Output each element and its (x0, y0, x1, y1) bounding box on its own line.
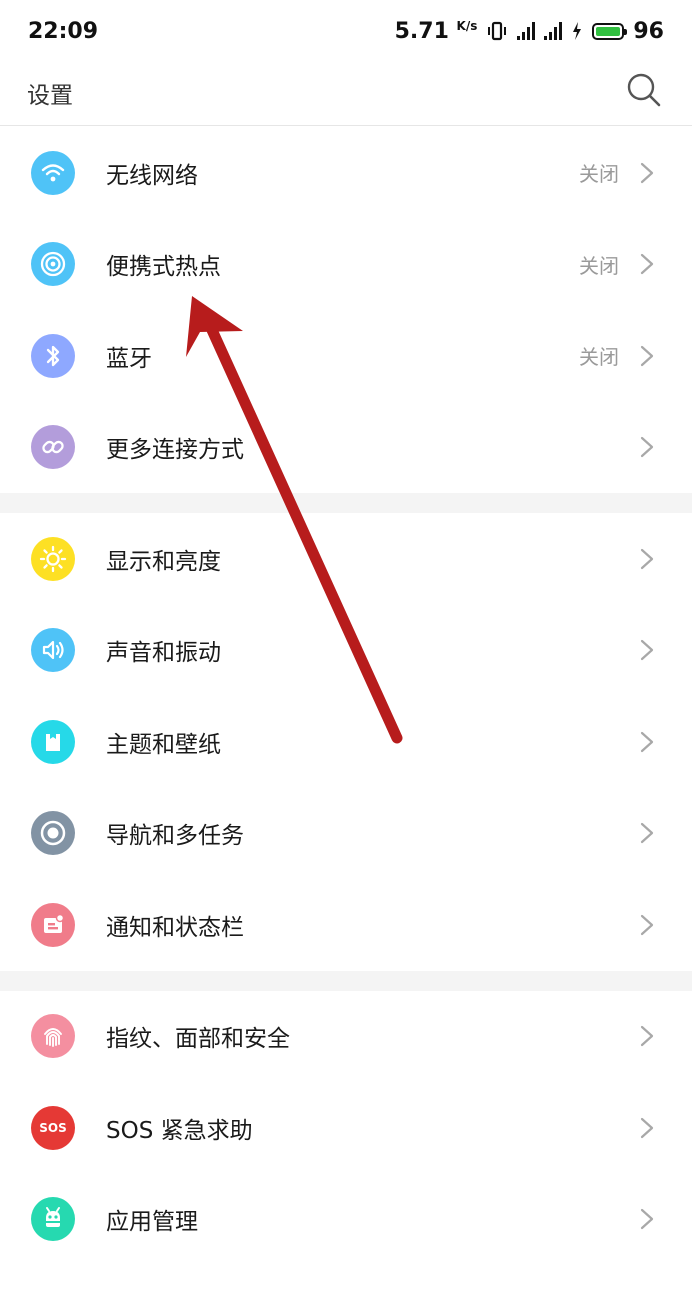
settings-row-label: 声音和振动 (106, 640, 221, 667)
battery-fill (596, 26, 621, 36)
group-divider (0, 493, 692, 513)
settings-row-label: 通知和状态栏 (106, 914, 244, 941)
chevron-right-icon (640, 345, 654, 366)
settings-row-bluetooth[interactable]: 蓝牙 关闭 (0, 310, 692, 402)
charging-icon (573, 22, 582, 40)
settings-row-brightness[interactable]: 显示和亮度 (0, 513, 692, 605)
wifi-icon (31, 150, 75, 195)
settings-list: 无线网络 关闭 便携式热点 关闭 蓝牙 关闭 更多连接方式 显示和亮度 声音和振动 主题和壁纸 导航… (0, 127, 692, 1265)
chevron-right-icon (640, 548, 654, 569)
theme-icon (31, 719, 75, 764)
settings-row-navigation[interactable]: 导航和多任务 (0, 788, 692, 880)
settings-row-sound[interactable]: 声音和振动 (0, 605, 692, 697)
status-indicators: 5.71 K/s 96 (395, 19, 664, 44)
hotspot-icon (31, 242, 75, 287)
settings-row-sos[interactable]: SOS SOS 紧急求助 (0, 1082, 692, 1174)
settings-row-label: 主题和壁纸 (106, 731, 221, 758)
settings-row-wifi[interactable]: 无线网络 关闭 (0, 127, 692, 219)
group-divider (0, 970, 692, 991)
app-manage-icon (31, 1197, 75, 1242)
settings-row-label: 蓝牙 (106, 345, 152, 372)
navigation-icon (31, 811, 75, 856)
fingerprint-icon (31, 1014, 75, 1059)
settings-header: 设置 (0, 62, 692, 126)
battery-icon (592, 22, 628, 40)
sos-badge-text: SOS (39, 1120, 67, 1135)
chevron-right-icon (640, 640, 654, 661)
network-speed-value: 5.71 (394, 18, 449, 44)
page-title: 设置 (27, 83, 73, 109)
signal-4g-icon (544, 22, 563, 40)
settings-row-label: 显示和亮度 (106, 548, 221, 575)
chevron-right-icon (640, 1117, 654, 1138)
network-speed-unit: K/s (456, 18, 478, 33)
search-icon[interactable] (624, 70, 664, 110)
settings-row-link[interactable]: 更多连接方式 (0, 402, 692, 494)
chevron-right-icon (640, 254, 654, 275)
chevron-right-icon (640, 1209, 654, 1230)
sos-icon: SOS (31, 1105, 75, 1150)
signal-icon (517, 22, 536, 40)
settings-row-label: 导航和多任务 (106, 823, 244, 850)
settings-row-label: 无线网络 (106, 162, 198, 189)
settings-row-notification[interactable]: 通知和状态栏 (0, 879, 692, 971)
settings-row-theme[interactable]: 主题和壁纸 (0, 696, 692, 788)
settings-row-label: 指纹、面部和安全 (106, 1026, 290, 1053)
chevron-right-icon (640, 162, 654, 183)
settings-row-label: SOS 紧急求助 (106, 1117, 253, 1144)
brightness-icon (31, 536, 75, 581)
bluetooth-icon (31, 333, 75, 378)
chevron-right-icon (640, 823, 654, 844)
status-time: 22:09 (28, 18, 99, 44)
sound-icon (31, 628, 75, 673)
settings-row-status: 关闭 (579, 162, 619, 187)
settings-row-fingerprint[interactable]: 指纹、面部和安全 (0, 991, 692, 1083)
settings-row-label: 更多连接方式 (106, 437, 244, 464)
chevron-right-icon (640, 1026, 654, 1047)
settings-row-label: 便携式热点 (106, 254, 221, 281)
chevron-right-icon (640, 437, 654, 458)
vibrate-icon (488, 21, 507, 41)
chevron-right-icon (640, 731, 654, 752)
status-bar: 22:09 5.71 K/s 96 (0, 0, 692, 62)
settings-row-hotspot[interactable]: 便携式热点 关闭 (0, 219, 692, 311)
settings-row-status: 关闭 (579, 345, 619, 370)
settings-row-label: 应用管理 (106, 1209, 198, 1236)
link-icon (31, 425, 75, 470)
settings-row-app-manage[interactable]: 应用管理 (0, 1174, 692, 1266)
chevron-right-icon (640, 914, 654, 935)
notification-icon (31, 902, 75, 947)
battery-level: 96 (633, 18, 664, 44)
settings-row-status: 关闭 (579, 253, 619, 278)
network-speed: 5.71 K/s (395, 19, 478, 44)
